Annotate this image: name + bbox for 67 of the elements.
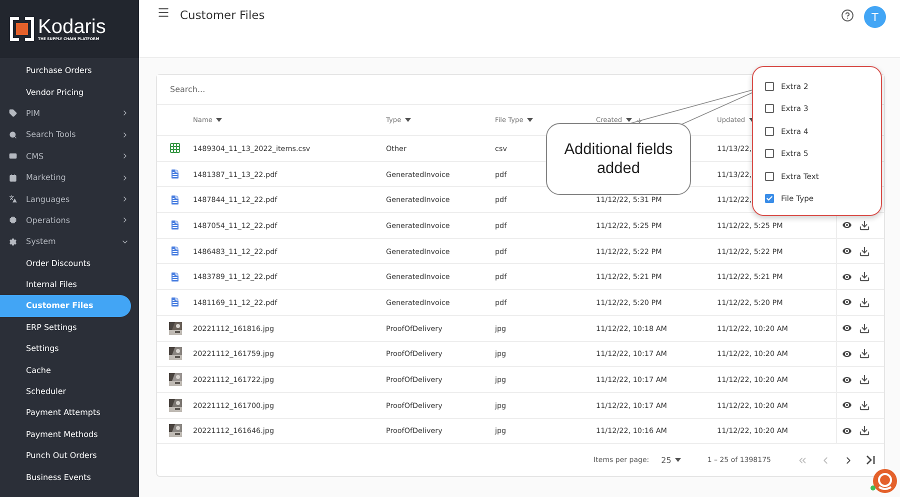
download-icon[interactable] [859, 425, 870, 436]
document-icon [169, 296, 181, 308]
download-icon[interactable] [859, 271, 870, 282]
sidebar-item[interactable]: Vendor Pricing [0, 81, 131, 103]
sidebar-item[interactable]: Internal Files [0, 274, 131, 296]
sidebar-section[interactable]: PIM [26, 108, 112, 118]
sidebar-item[interactable]: Scheduler [0, 380, 131, 402]
section-icon [9, 216, 17, 224]
sidebar-item[interactable]: Settings [0, 338, 131, 360]
checkbox[interactable] [765, 172, 774, 181]
chevron-icon[interactable] [121, 152, 129, 160]
sidebar-item[interactable]: Punch Out Orders [0, 445, 131, 466]
section-icon [9, 109, 17, 118]
last-page-icon[interactable] [866, 455, 876, 466]
sidebar-section[interactable]: System [26, 237, 112, 246]
download-icon[interactable] [859, 348, 870, 360]
caret-icon[interactable] [675, 458, 682, 462]
sidebar-item[interactable]: Payment Methods [0, 424, 131, 446]
section-icon [9, 152, 17, 160]
sidebar-section[interactable]: CMS [26, 152, 112, 161]
checkbox[interactable] [765, 194, 774, 204]
download-icon[interactable] [859, 400, 870, 411]
sort-arrow-icon[interactable] [636, 116, 644, 124]
document-icon [169, 219, 181, 232]
download-icon[interactable] [859, 296, 870, 308]
sidebar-item[interactable]: Business Events [0, 466, 131, 488]
download-icon[interactable] [859, 246, 870, 257]
sort-caret-icon[interactable] [216, 118, 222, 122]
sidebar-item[interactable]: ERP Settings [0, 316, 131, 338]
sort-caret-icon[interactable] [527, 118, 534, 122]
sidebar-item[interactable]: Payment Attempts [0, 402, 131, 424]
chevron-icon[interactable] [121, 195, 129, 204]
sidebar-item[interactable]: Order Discounts [0, 252, 131, 274]
sidebar-section[interactable]: Operations [26, 216, 112, 225]
menu-icon[interactable] [157, 6, 170, 19]
checkbox[interactable] [765, 126, 774, 136]
spreadsheet-icon [169, 142, 181, 154]
help-icon[interactable] [841, 9, 854, 22]
chevron-icon[interactable] [121, 130, 129, 139]
download-icon[interactable] [859, 374, 870, 386]
sidebar-item[interactable]: Purchase Orders [0, 60, 131, 82]
section-icon [9, 130, 17, 139]
sidebar-section[interactable]: Marketing [26, 173, 112, 182]
brand-name: Kodaris [38, 17, 106, 37]
chevron-icon[interactable] [121, 174, 129, 182]
section-icon [9, 238, 17, 246]
document-icon [169, 245, 181, 258]
sort-caret-icon[interactable] [405, 118, 412, 122]
sidebar-section[interactable]: Languages [26, 194, 112, 204]
page-title: Customer Files [180, 7, 266, 22]
section-icon [9, 195, 17, 204]
sidebar-section[interactable]: Search Tools [26, 130, 112, 140]
callout-text: Additional fields added [546, 123, 691, 195]
download-icon[interactable] [859, 220, 870, 231]
section-icon [9, 174, 17, 182]
logo-icon [10, 17, 34, 41]
chevron-icon[interactable] [121, 109, 129, 118]
document-icon [169, 194, 181, 206]
download-icon[interactable] [859, 322, 870, 334]
chevron-icon[interactable] [121, 216, 129, 224]
sidebar-item[interactable]: Cache [0, 359, 131, 381]
checkbox[interactable] [765, 149, 774, 158]
page-size-select[interactable]: 25 [661, 456, 682, 465]
document-icon [169, 270, 181, 283]
document-icon [169, 168, 181, 180]
checkbox[interactable] [765, 82, 774, 91]
checkbox[interactable] [765, 104, 774, 114]
